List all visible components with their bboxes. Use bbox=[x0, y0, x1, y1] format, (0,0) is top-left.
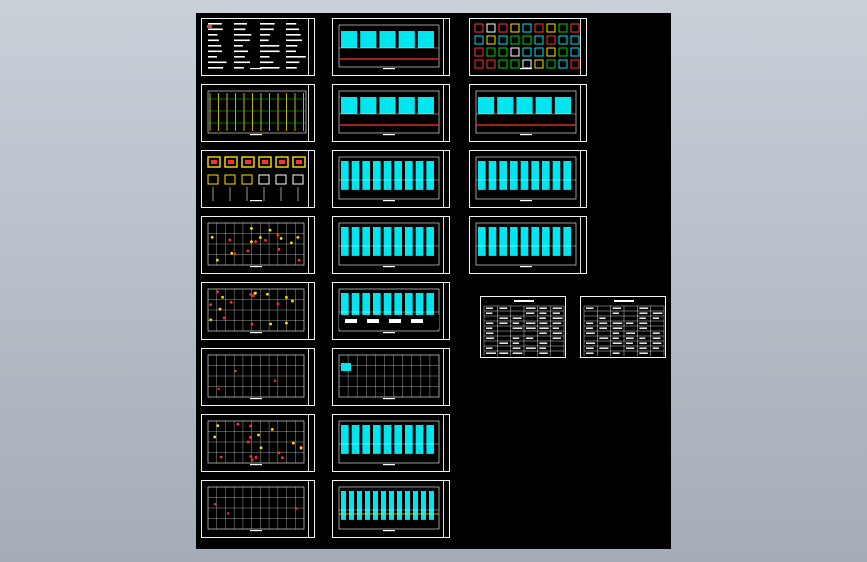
sheet-linework bbox=[338, 90, 440, 136]
sheet-linework bbox=[207, 23, 306, 70]
sheet-linework bbox=[338, 222, 440, 268]
sheet-linework bbox=[474, 23, 580, 70]
sheet-linework bbox=[338, 156, 440, 202]
model-space-canvas[interactable] bbox=[196, 13, 671, 549]
sheet-linework bbox=[207, 222, 305, 268]
sheet-linework bbox=[475, 156, 577, 202]
sheet-linework bbox=[207, 156, 306, 202]
sheet-linework bbox=[338, 24, 440, 70]
sheet-linework bbox=[338, 420, 440, 466]
sheet-linework bbox=[207, 354, 305, 400]
table-linework bbox=[583, 300, 665, 356]
drawing-sheet-plan-grid[interactable] bbox=[201, 480, 315, 538]
drawing-sheet-notes[interactable] bbox=[201, 18, 315, 76]
drawing-sheet-plan-red[interactable] bbox=[201, 216, 315, 274]
sheet-linework bbox=[207, 90, 307, 136]
drawing-sheet-cyan-wall[interactable] bbox=[332, 414, 450, 472]
drawing-sheet-cyan-section[interactable] bbox=[332, 84, 450, 142]
sheet-linework bbox=[207, 486, 305, 532]
drawing-sheet-cyan-wall[interactable] bbox=[469, 150, 587, 208]
schedule-table-2[interactable] bbox=[580, 296, 666, 358]
sheet-linework bbox=[338, 486, 440, 532]
drawing-sheet-cyan-wall[interactable] bbox=[469, 216, 587, 274]
table-linework bbox=[483, 300, 565, 356]
sheet-linework bbox=[475, 222, 577, 268]
sheet-linework bbox=[338, 288, 440, 334]
sheet-linework bbox=[475, 90, 577, 136]
drawing-sheet-plan-grid[interactable] bbox=[201, 348, 315, 406]
drawing-sheet-cyan-wall[interactable] bbox=[332, 150, 450, 208]
sheet-linework bbox=[207, 288, 305, 334]
drawing-sheet-plan-grid-cyan[interactable] bbox=[332, 348, 450, 406]
schedule-table-1[interactable] bbox=[480, 296, 566, 358]
drawing-sheet-cyan-section[interactable] bbox=[332, 18, 450, 76]
drawing-sheet-plan-red[interactable] bbox=[201, 414, 315, 472]
drawing-sheet-cyan-plan[interactable] bbox=[332, 480, 450, 538]
drawing-sheet-elevation[interactable] bbox=[201, 84, 315, 142]
drawing-sheet-details-yellow[interactable] bbox=[201, 150, 315, 208]
drawing-sheet-cyan-section[interactable] bbox=[469, 84, 587, 142]
drawing-sheet-cyan-wall[interactable] bbox=[332, 216, 450, 274]
sheet-linework bbox=[207, 420, 305, 466]
drawing-sheet-plan-red[interactable] bbox=[201, 282, 315, 340]
drawing-sheet-cyan-mixed[interactable] bbox=[332, 282, 450, 340]
sheet-linework bbox=[338, 354, 440, 400]
drawing-sheet-details-color[interactable] bbox=[469, 18, 587, 76]
